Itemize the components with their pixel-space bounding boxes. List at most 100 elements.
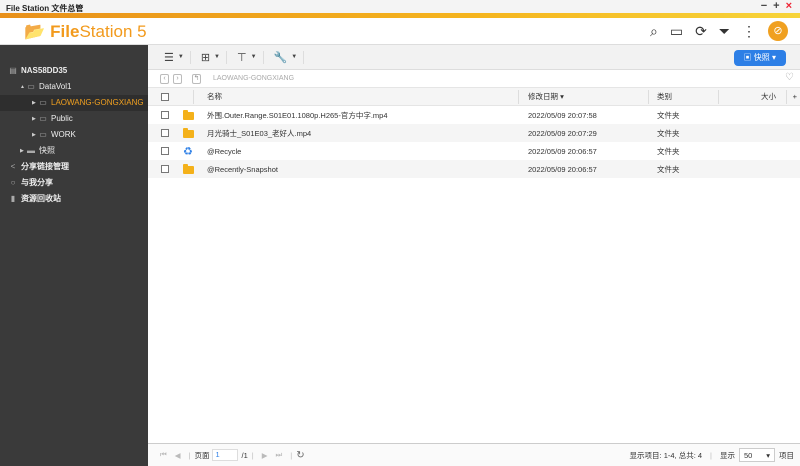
- file-name[interactable]: 外围.Outer.Range.S01E01.1080p.H265-官方中字.mp…: [207, 110, 388, 121]
- folder-icon: [183, 128, 194, 138]
- file-date: 2022/05/09 20:07:58: [528, 110, 597, 120]
- logo-bold: File: [50, 22, 80, 41]
- column-size[interactable]: 大小: [761, 91, 776, 102]
- sidebar-item-work[interactable]: ▶ ▭ WORK: [0, 127, 148, 143]
- file-date: 2022/05/09 20:06:57: [528, 146, 597, 156]
- table-row[interactable]: ♻ @Recycle 2022/05/09 20:06:57 文件夹: [148, 142, 800, 160]
- toolbar: ☰ ▼ ⊞ ▼ ⊤ ▼ 🔧 ▼ ▣ 快照 ▾: [148, 45, 800, 70]
- main-panel: ☰ ▼ ⊞ ▼ ⊤ ▼ 🔧 ▼ ▣ 快照 ▾ ‹ › ↰ LAOWANG-GONGXIANG…: [148, 45, 800, 466]
- file-date: 2022/05/09 20:06:57: [528, 164, 597, 174]
- row-checkbox[interactable]: [161, 111, 169, 119]
- sidebar-item-recycle-bin[interactable]: ▮ 资源回收站: [0, 191, 148, 207]
- page-label: 页面: [194, 450, 210, 460]
- maximize-button[interactable]: +: [773, 0, 779, 12]
- select-all-checkbox[interactable]: [161, 92, 169, 101]
- tools-button[interactable]: 🔧 ▼: [268, 50, 305, 64]
- table-row[interactable]: 外围.Outer.Range.S01E01.1080p.H265-官方中字.mp…: [148, 106, 800, 124]
- folder-icon: ▭: [39, 114, 47, 123]
- sidebar-item-share-links[interactable]: < 分享链接管理: [0, 159, 148, 175]
- row-checkbox[interactable]: [161, 129, 169, 137]
- folder-icon: [183, 164, 194, 174]
- sidebar: ▤ NAS58DD35 ▲ ▭ DataVol1 ▶ ▭ LAOWANG-GONGXIAN…: [0, 45, 148, 466]
- window-titlebar: File Station 文件总管 − + ×: [0, 0, 800, 13]
- server-icon: ▤: [9, 66, 17, 75]
- column-type[interactable]: 类别: [657, 91, 672, 102]
- camera-icon: ▣: [743, 53, 754, 62]
- folder-icon: ▭: [39, 130, 47, 139]
- per-page-value: 50: [744, 450, 753, 460]
- path-bar: ‹ › ↰ LAOWANG-GONGXIANG ♡: [148, 70, 800, 88]
- sidebar-item-public[interactable]: ▶ ▭ Public: [0, 111, 148, 127]
- upload-button[interactable]: ⊤ ▼: [231, 50, 264, 64]
- table-row[interactable]: 月光骑士_S01E03_老好人.mp4 2022/05/09 20:07:29 文件…: [148, 124, 800, 142]
- close-button[interactable]: ×: [786, 0, 792, 12]
- sidebar-item-snapshot[interactable]: ▶ ▬ 快照: [0, 143, 148, 159]
- per-page-select[interactable]: 50 ▾: [739, 448, 775, 462]
- search-icon[interactable]: ⌕: [650, 23, 658, 40]
- avatar[interactable]: ⊘: [768, 21, 788, 41]
- breadcrumb[interactable]: LAOWANG-GONGXIANG: [213, 75, 294, 82]
- minimize-button[interactable]: −: [761, 0, 767, 12]
- page-total: /1: [241, 450, 248, 460]
- label: 快照: [39, 146, 55, 155]
- row-checkbox[interactable]: [161, 165, 169, 173]
- row-checkbox[interactable]: [161, 147, 169, 155]
- filter-icon[interactable]: ⏷: [719, 23, 730, 40]
- file-icon: ♻: [183, 145, 193, 158]
- refresh-icon[interactable]: ⟳: [695, 23, 707, 40]
- last-page-button[interactable]: ⏭: [275, 450, 282, 460]
- column-name[interactable]: 名称: [207, 91, 222, 102]
- forward-button[interactable]: ›: [173, 73, 182, 84]
- logo-rest: Station 5: [79, 22, 147, 41]
- sidebar-item-nas[interactable]: ▤ NAS58DD35: [0, 63, 148, 79]
- snapshot-label: 快照: [753, 53, 770, 62]
- label: 分享链接管理: [21, 162, 69, 171]
- label: WORK: [51, 130, 76, 139]
- snapshot-button[interactable]: ▣ 快照 ▾: [733, 50, 786, 66]
- file-date: 2022/05/09 20:07:29: [528, 128, 597, 138]
- recycle-icon: ♻: [183, 145, 193, 158]
- add-column-button[interactable]: +: [793, 92, 797, 101]
- up-button[interactable]: ↰: [192, 73, 201, 84]
- next-page-button[interactable]: ▶: [262, 451, 268, 460]
- folder-icon: [183, 110, 194, 120]
- share-icon: <: [10, 162, 16, 171]
- folder-icon: 📂: [24, 22, 46, 41]
- label: 与我分享: [21, 178, 53, 187]
- favorite-icon[interactable]: ♡: [785, 72, 794, 83]
- back-button[interactable]: ‹: [160, 73, 169, 84]
- file-icon: [183, 110, 194, 120]
- window-title: File Station 文件总管: [6, 4, 84, 13]
- label: Public: [51, 114, 73, 123]
- sidebar-item-datavol1[interactable]: ▲ ▭ DataVol1: [0, 79, 148, 95]
- label: DataVol1: [39, 82, 72, 91]
- column-date[interactable]: 修改日期 ▾: [528, 91, 564, 102]
- first-page-button[interactable]: ⏮: [160, 450, 167, 460]
- wrench-icon: 🔧: [273, 51, 288, 64]
- file-name[interactable]: @Recently-Snapshot: [207, 165, 278, 174]
- file-type: 文件夹: [657, 128, 680, 138]
- sidebar-item-laowang[interactable]: ▶ ▭ LAOWANG-GONGXIANG: [0, 95, 148, 111]
- more-icon[interactable]: ⋮: [742, 23, 756, 40]
- label: NAS58DD35: [21, 66, 68, 75]
- shared-icon: ○: [10, 178, 16, 187]
- file-name[interactable]: 月光骑士_S01E03_老好人.mp4: [207, 128, 311, 139]
- list-icon: ☰: [164, 51, 174, 64]
- file-name[interactable]: @Recycle: [207, 147, 241, 156]
- new-folder-button[interactable]: ⊞ ▼: [195, 50, 227, 64]
- trash-icon: ▮: [10, 194, 16, 203]
- app-logo: 📂 File Station 5: [24, 22, 147, 42]
- media-icon[interactable]: ▭: [670, 23, 683, 40]
- show-label: 显示: [720, 450, 735, 460]
- sidebar-item-shared-with-me[interactable]: ○ 与我分享: [0, 175, 148, 191]
- view-mode-button[interactable]: ☰ ▼: [158, 50, 191, 64]
- page-input[interactable]: 1: [212, 449, 239, 461]
- refresh-icon[interactable]: ↻: [296, 450, 304, 461]
- file-type: 文件夹: [657, 146, 680, 156]
- prev-page-button[interactable]: ◀: [175, 451, 181, 460]
- drive-icon: ▭: [27, 82, 35, 91]
- column-date-label: 修改日期: [528, 92, 558, 101]
- chevron-down-icon: ▾: [766, 450, 770, 460]
- table-row[interactable]: @Recently-Snapshot 2022/05/09 20:06:57 文件夹: [148, 160, 800, 178]
- table-header: 名称 修改日期 ▾ 类别 大小 +: [148, 88, 800, 106]
